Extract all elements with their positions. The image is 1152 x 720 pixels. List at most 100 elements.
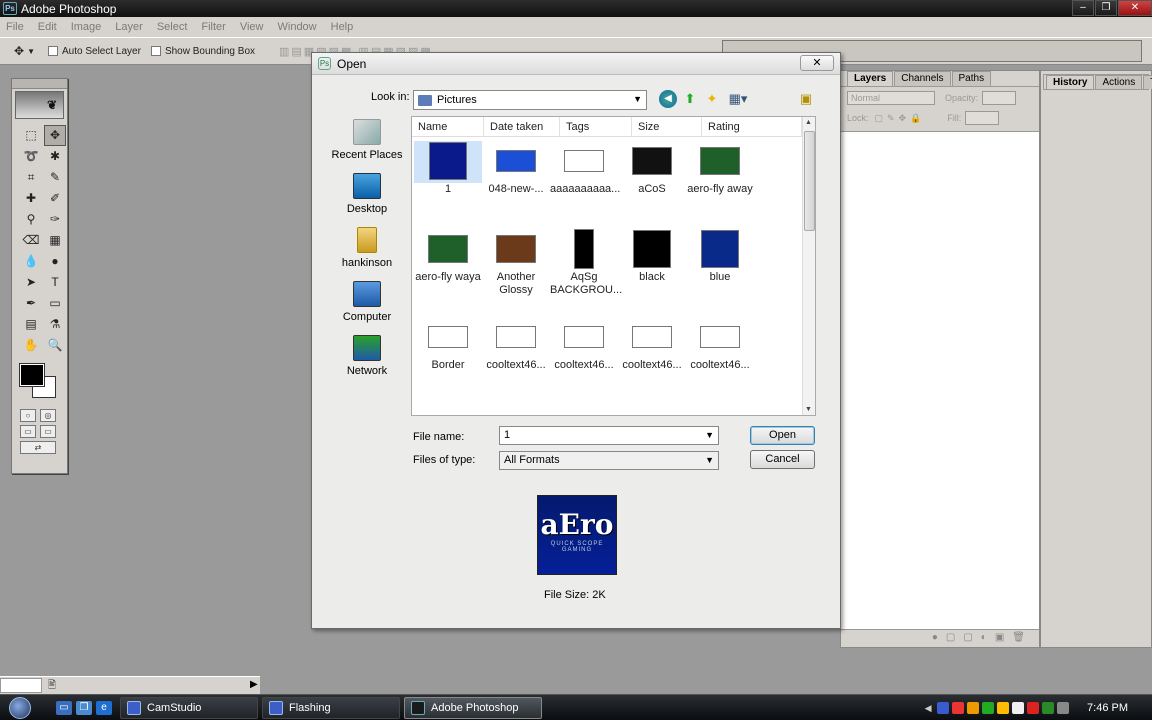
file-tile[interactable]: 048-new-...	[482, 141, 550, 196]
history-brush-icon[interactable]: ✑	[44, 209, 66, 230]
notes-tool-icon[interactable]: ▤	[20, 314, 42, 335]
hand-tool-icon[interactable]: ✋	[20, 335, 42, 356]
foreground-color-swatch[interactable]	[19, 363, 45, 387]
tray-antivirus-icon[interactable]	[952, 702, 965, 714]
imageready-icon[interactable]: ⇄	[20, 441, 56, 454]
task-flashing[interactable]: Flashing	[262, 696, 400, 719]
chevron-down-icon[interactable]: ▼	[705, 430, 714, 440]
slice-tool-icon[interactable]: ✎	[44, 167, 66, 188]
file-list-scrollbar[interactable]: ▲ ▼	[802, 117, 815, 415]
minimize-button[interactable]: –	[1072, 0, 1094, 16]
menu-select[interactable]: Select	[157, 21, 188, 33]
lasso-tool-icon[interactable]: ➰	[20, 146, 42, 167]
zoom-field[interactable]	[0, 678, 42, 693]
file-tile[interactable]: aero-fly waya	[414, 229, 482, 284]
lock-icons[interactable]: ▢✎✥🔒	[875, 113, 926, 124]
file-tile[interactable]: aero-fly away	[686, 141, 754, 196]
clock[interactable]: 7:46 PM	[1087, 702, 1128, 714]
shape-tool-icon[interactable]: ▭	[44, 293, 66, 314]
file-tile[interactable]: AqSg BACKGROU...	[550, 228, 622, 297]
crop-tool-icon[interactable]: ⌗	[20, 167, 42, 188]
zoom-tool-icon[interactable]: 🔍	[44, 335, 66, 356]
tray-app-icon[interactable]	[937, 702, 950, 714]
menu-filter[interactable]: Filter	[201, 21, 225, 33]
status-menu-arrow-icon[interactable]: ▶	[250, 679, 258, 690]
brush-tool-icon[interactable]: ✐	[44, 188, 66, 209]
file-tile[interactable]: cooltext46...	[482, 317, 550, 372]
tray-expand-icon[interactable]: ◀	[922, 702, 934, 714]
dodge-tool-icon[interactable]: ●	[44, 251, 66, 272]
scroll-up-icon[interactable]: ▲	[805, 119, 812, 126]
place-computer[interactable]: Computer	[322, 281, 412, 323]
dialog-close-button[interactable]: ✕	[800, 55, 834, 71]
back-icon[interactable]: ◀	[659, 90, 677, 108]
quick-mask-mode-icon[interactable]: ◎	[40, 409, 56, 422]
view-menu-icon[interactable]: ▦▾	[725, 90, 751, 108]
up-folder-icon[interactable]: ⬆	[681, 90, 699, 108]
tab-paths[interactable]: Paths	[951, 71, 992, 86]
show-bounding-box-checkbox[interactable]: Show Bounding Box	[150, 46, 255, 57]
place-recent-places[interactable]: Recent Places	[322, 119, 412, 161]
type-tool-icon[interactable]: T	[44, 272, 66, 293]
tab-tools[interactable]: Too	[1143, 75, 1152, 89]
screen-mode-full-menu-icon[interactable]: ▭	[40, 425, 56, 438]
camera-folder-icon[interactable]: ▣	[797, 90, 815, 108]
place-desktop[interactable]: Desktop	[322, 173, 412, 215]
tab-history[interactable]: History	[1046, 75, 1095, 89]
show-desktop-icon[interactable]: ▭	[56, 700, 72, 715]
tray-shield-icon[interactable]	[1012, 702, 1025, 714]
file-tile[interactable]: cooltext46...	[686, 317, 754, 372]
file-tile[interactable]: cooltext46...	[550, 317, 618, 372]
magic-wand-tool-icon[interactable]: ✱	[44, 146, 66, 167]
file-tile[interactable]: cooltext46...	[618, 317, 686, 372]
tool-preset-picker[interactable]: ✥ ▼	[14, 41, 48, 61]
task-adobe-photoshop[interactable]: Adobe Photoshop	[404, 696, 542, 719]
menu-view[interactable]: View	[240, 21, 264, 33]
move-tool-icon[interactable]: ✥	[44, 125, 66, 146]
dialog-titlebar[interactable]: Ps Open ✕	[312, 53, 840, 75]
blur-tool-icon[interactable]: 💧	[20, 251, 42, 272]
volume-icon[interactable]	[1057, 702, 1070, 714]
file-tile[interactable]: Border	[414, 317, 482, 372]
close-button[interactable]: ✕	[1118, 0, 1152, 16]
file-tile[interactable]: blue	[686, 229, 754, 284]
tray-messenger-icon[interactable]	[997, 702, 1010, 714]
start-button[interactable]	[0, 695, 40, 720]
tab-layers[interactable]: Layers	[847, 71, 894, 86]
column-rating[interactable]: Rating	[702, 117, 802, 136]
standard-mode-icon[interactable]: ○	[20, 409, 36, 422]
column-name[interactable]: Name	[412, 117, 484, 136]
scroll-down-icon[interactable]: ▼	[805, 406, 812, 413]
place-user[interactable]: hankinson	[322, 227, 412, 269]
file-tile[interactable]: black	[618, 229, 686, 284]
clone-stamp-icon[interactable]: ⚲	[20, 209, 42, 230]
marquee-tool-icon[interactable]: ⬚	[20, 125, 42, 146]
menu-layer[interactable]: Layer	[115, 21, 143, 33]
gradient-tool-icon[interactable]: ▦	[44, 230, 66, 251]
column-size[interactable]: Size	[632, 117, 702, 136]
pen-tool-icon[interactable]: ✒	[20, 293, 42, 314]
scrollbar-thumb[interactable]	[804, 131, 815, 231]
blend-mode-select[interactable]: Normal	[847, 91, 935, 105]
menu-window[interactable]: Window	[278, 21, 317, 33]
healing-brush-icon[interactable]: ✚	[20, 188, 42, 209]
document-info-icon[interactable]: 🖹	[48, 678, 56, 695]
place-network[interactable]: Network	[322, 335, 412, 377]
switch-windows-icon[interactable]: ❐	[76, 700, 92, 715]
screen-mode-standard-icon[interactable]: ▭	[20, 425, 36, 438]
file-type-select[interactable]: All Formats ▼	[499, 451, 719, 470]
restore-button[interactable]: ❐	[1095, 0, 1117, 16]
tray-green-icon[interactable]	[1042, 702, 1055, 714]
tray-media-icon[interactable]	[1027, 702, 1040, 714]
menu-help[interactable]: Help	[331, 21, 354, 33]
open-button[interactable]: Open	[750, 426, 815, 445]
file-name-input[interactable]: 1 ▼	[499, 426, 719, 445]
layers-footer-icons[interactable]: ●▢▢◐▣🗑	[841, 629, 1039, 647]
file-tile[interactable]: aaaaaaaaaa...	[550, 141, 620, 196]
tray-network-icon[interactable]	[982, 702, 995, 714]
file-tile[interactable]: Another Glossy	[482, 229, 550, 297]
opacity-field[interactable]	[982, 91, 1017, 105]
internet-explorer-icon[interactable]: e	[96, 700, 112, 715]
cancel-button[interactable]: Cancel	[750, 450, 815, 469]
tools-palette-header[interactable]	[12, 79, 67, 89]
